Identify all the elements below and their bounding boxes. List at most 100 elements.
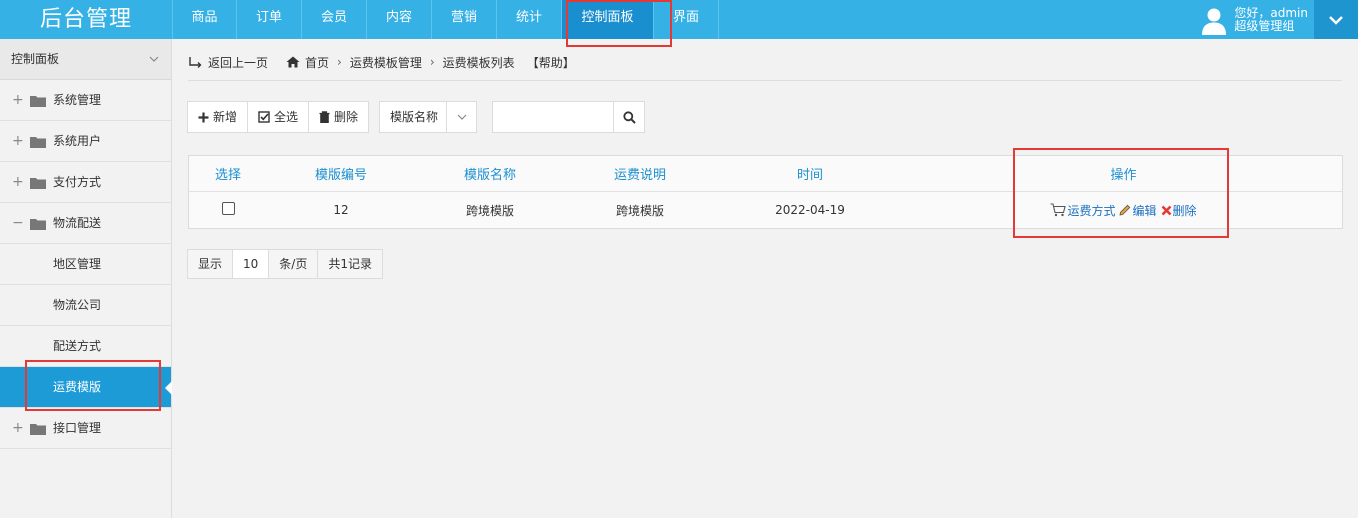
pager-total: 共1记录 <box>317 249 383 279</box>
sidebar: 控制面板 + 系统管理 + 系统用户 + 支付方式 − 物流配送 地区管理 物流… <box>0 39 172 518</box>
sidebar-item-label: 系统管理 <box>53 93 102 107</box>
chevron-down-icon <box>446 102 476 132</box>
nav-goods[interactable]: 商品 <box>173 0 237 39</box>
table-header: 选择 模版编号 模版名称 运费说明 时间 操作 <box>189 156 1342 192</box>
chevron-right-icon: › <box>337 55 342 69</box>
shipping-method-label: 运费方式 <box>1067 203 1116 218</box>
cell-name: 跨境模版 <box>465 203 514 218</box>
sidebar-item-label: 系统用户 <box>53 134 102 148</box>
chevron-right-icon: › <box>429 55 435 69</box>
breadcrumb-level1[interactable]: 运费模板管理 <box>350 54 422 71</box>
folder-icon <box>30 219 46 230</box>
cell-time: 2022-04-19 <box>775 203 845 217</box>
app-title: 后台管理 <box>39 7 132 32</box>
sidebar-item-api[interactable]: + 接口管理 <box>0 408 171 449</box>
header-time: 时间 <box>796 168 823 183</box>
delete-button-label: 删除 <box>334 110 359 124</box>
top-bar: 后台管理 商品 订单 会员 内容 营销 统计 控制面板 界面 您好，admin … <box>0 0 1358 39</box>
breadcrumb: 返回上一页 首页 › 运费模板管理 › 运费模板列表 【帮助】 <box>188 52 575 72</box>
header-select: 选择 <box>214 168 241 183</box>
sidebar-item-regions[interactable]: 地区管理 <box>0 244 171 285</box>
active-pointer <box>165 381 172 395</box>
sidebar-item-label: 物流公司 <box>53 298 102 312</box>
cart-icon <box>1050 203 1067 217</box>
sidebar-item-system[interactable]: + 系统管理 <box>0 80 171 121</box>
cell-actions: 运费方式 编辑 删除 <box>905 202 1342 219</box>
home-icon <box>286 56 300 68</box>
add-button-label: 新增 <box>213 110 238 124</box>
sidebar-item-system-users[interactable]: + 系统用户 <box>0 121 171 162</box>
trash-icon <box>319 111 330 123</box>
cell-desc: 跨境模版 <box>615 203 664 218</box>
user-info[interactable]: 您好，admin 超级管理组 <box>1199 0 1308 39</box>
search-input[interactable] <box>492 101 614 133</box>
delete-label: 删除 <box>1172 203 1197 218</box>
page-size-field[interactable]: 10 <box>232 249 270 279</box>
check-square-icon <box>258 111 270 123</box>
edit-link[interactable]: 编辑 <box>1119 202 1157 219</box>
delete-link[interactable]: 删除 <box>1161 202 1197 219</box>
help-link[interactable]: 【帮助】 <box>527 54 575 71</box>
expand-plus-icon: + <box>12 92 24 108</box>
pencil-icon <box>1119 204 1131 216</box>
plus-icon <box>198 112 209 122</box>
header-actions: 操作 <box>1110 168 1137 183</box>
add-button[interactable]: 新增 <box>187 101 249 133</box>
main-nav: 商品 订单 会员 内容 营销 统计 控制面板 界面 <box>172 0 719 39</box>
nav-marketing[interactable]: 营销 <box>432 0 497 39</box>
sidebar-item-payment[interactable]: + 支付方式 <box>0 162 171 203</box>
back-link[interactable]: 返回上一页 <box>208 54 268 71</box>
delete-button[interactable]: 删除 <box>308 101 370 133</box>
shipping-method-link[interactable]: 运费方式 <box>1050 202 1115 219</box>
select-all-button[interactable]: 全选 <box>247 101 310 133</box>
sidebar-item-label: 支付方式 <box>53 175 102 189</box>
toolbar: 新增 全选 删除 <box>187 101 370 133</box>
sidebar-item-delivery-methods[interactable]: 配送方式 <box>0 326 171 367</box>
breadcrumb-level2: 运费模板列表 <box>442 55 515 70</box>
header-name: 模版名称 <box>463 168 516 183</box>
template-table: 选择 模版编号 模版名称 运费说明 时间 操作 12 跨境模版 跨境模版 202… <box>188 155 1343 229</box>
breadcrumb-home[interactable]: 首页 <box>305 54 329 71</box>
folder-icon <box>30 137 46 148</box>
user-avatar-icon <box>1202 8 1227 35</box>
divider <box>188 80 1342 81</box>
nav-stats[interactable]: 统计 <box>497 0 562 39</box>
pager: 显示 10 条/页 共1记录 <box>187 249 383 279</box>
sidebar-item-label: 运费模版 <box>53 380 102 394</box>
chevron-down-icon <box>149 56 159 62</box>
filter-field-value: 模版名称 <box>390 110 439 124</box>
nav-members[interactable]: 会员 <box>302 0 367 39</box>
pager-per-page-label: 条/页 <box>268 249 319 279</box>
sidebar-item-shipping-templates[interactable]: 运费模版 <box>0 367 172 408</box>
folder-icon <box>30 96 46 107</box>
sidebar-item-label: 接口管理 <box>53 421 102 435</box>
sidebar-header-label: 控制面板 <box>11 52 60 66</box>
chevron-down-icon <box>1329 15 1343 25</box>
header-desc: 运费说明 <box>613 168 666 183</box>
close-icon <box>1161 205 1171 215</box>
nav-interface[interactable]: 界面 <box>654 0 719 39</box>
top-menu-toggle[interactable] <box>1314 0 1358 39</box>
expand-plus-icon: + <box>12 420 24 436</box>
sidebar-item-carriers[interactable]: 物流公司 <box>0 285 171 326</box>
sidebar-item-logistics[interactable]: − 物流配送 <box>0 203 171 244</box>
filter-field-select[interactable]: 模版名称 <box>379 101 477 133</box>
expand-plus-icon: + <box>12 133 24 149</box>
pager-show-label: 显示 <box>187 249 234 279</box>
sidebar-header[interactable]: 控制面板 <box>0 39 171 80</box>
select-all-label: 全选 <box>274 110 299 124</box>
sidebar-item-label: 地区管理 <box>53 257 102 271</box>
collapse-minus-icon: − <box>12 215 24 231</box>
row-checkbox[interactable] <box>221 202 235 215</box>
nav-control-panel[interactable]: 控制面板 <box>562 0 654 39</box>
header-id: 模版编号 <box>314 168 367 183</box>
search-button[interactable] <box>613 101 645 133</box>
search-icon <box>622 110 636 124</box>
user-role: 超级管理组 <box>1234 18 1295 33</box>
user-greeting: 您好，admin <box>1234 5 1308 20</box>
edit-label: 编辑 <box>1132 203 1157 218</box>
nav-orders[interactable]: 订单 <box>237 0 302 39</box>
nav-content[interactable]: 内容 <box>367 0 432 39</box>
expand-plus-icon: + <box>12 174 24 190</box>
sidebar-item-label: 物流配送 <box>53 216 102 230</box>
